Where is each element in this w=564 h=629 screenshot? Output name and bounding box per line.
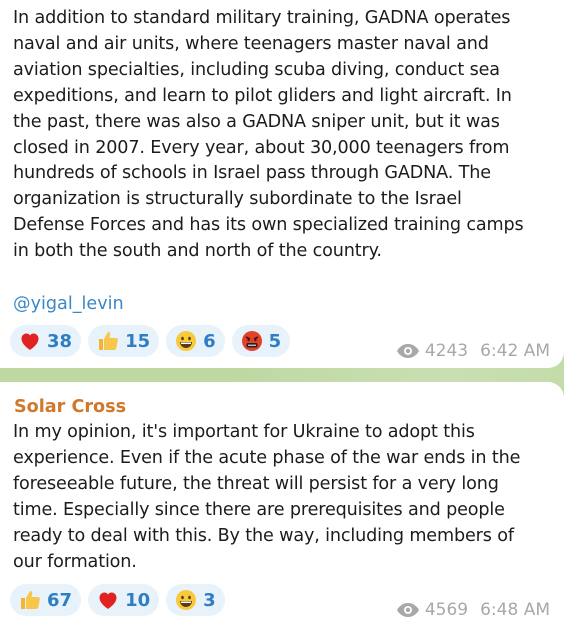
mention-link[interactable]: @yigal_levin xyxy=(13,291,124,317)
reaction-grin[interactable]: 6 xyxy=(166,325,225,357)
views-eye-icon xyxy=(396,603,419,617)
red-heart-icon xyxy=(18,329,42,353)
reactions-bar: 38 15 6 5 xyxy=(10,325,291,357)
grinning-face-icon xyxy=(174,588,198,612)
reaction-count: 3 xyxy=(203,589,216,611)
grinning-face-icon xyxy=(174,329,198,353)
reaction-count: 67 xyxy=(47,589,73,611)
message-text: In addition to standard military trainin… xyxy=(13,8,524,262)
reaction-thumbs-up[interactable]: 15 xyxy=(88,325,160,357)
reaction-heart[interactable]: 38 xyxy=(10,325,82,357)
red-heart-icon xyxy=(96,588,120,612)
reaction-count: 15 xyxy=(125,330,151,352)
reaction-heart[interactable]: 10 xyxy=(88,584,160,616)
message-meta: 4243 6:42 AM xyxy=(396,341,550,361)
reaction-count: 38 xyxy=(47,330,73,352)
reactions-bar: 67 10 3 xyxy=(10,584,225,616)
message-text: In my opinion, it's important for Ukrain… xyxy=(13,422,521,572)
views-eye-icon xyxy=(396,344,419,358)
views-count: 4243 xyxy=(424,341,469,361)
reaction-grin[interactable]: 3 xyxy=(166,584,225,616)
views-count: 4569 xyxy=(424,600,469,620)
message-time: 6:42 AM xyxy=(480,341,550,361)
thumbs-up-icon xyxy=(96,329,120,353)
message-bubble[interactable]: In addition to standard military trainin… xyxy=(0,0,564,368)
reaction-count: 10 xyxy=(125,589,151,611)
reaction-count: 6 xyxy=(203,330,216,352)
message-meta: 4569 6:48 AM xyxy=(396,600,550,620)
reaction-thumbs-up[interactable]: 67 xyxy=(10,584,82,616)
thumbs-up-icon xyxy=(18,588,42,612)
sender-name[interactable]: Solar Cross xyxy=(14,394,126,420)
reaction-count: 5 xyxy=(268,330,282,352)
angry-cursing-face-icon xyxy=(240,329,264,353)
reaction-angry[interactable]: 5 xyxy=(231,325,291,357)
message-time: 6:48 AM xyxy=(480,600,550,620)
